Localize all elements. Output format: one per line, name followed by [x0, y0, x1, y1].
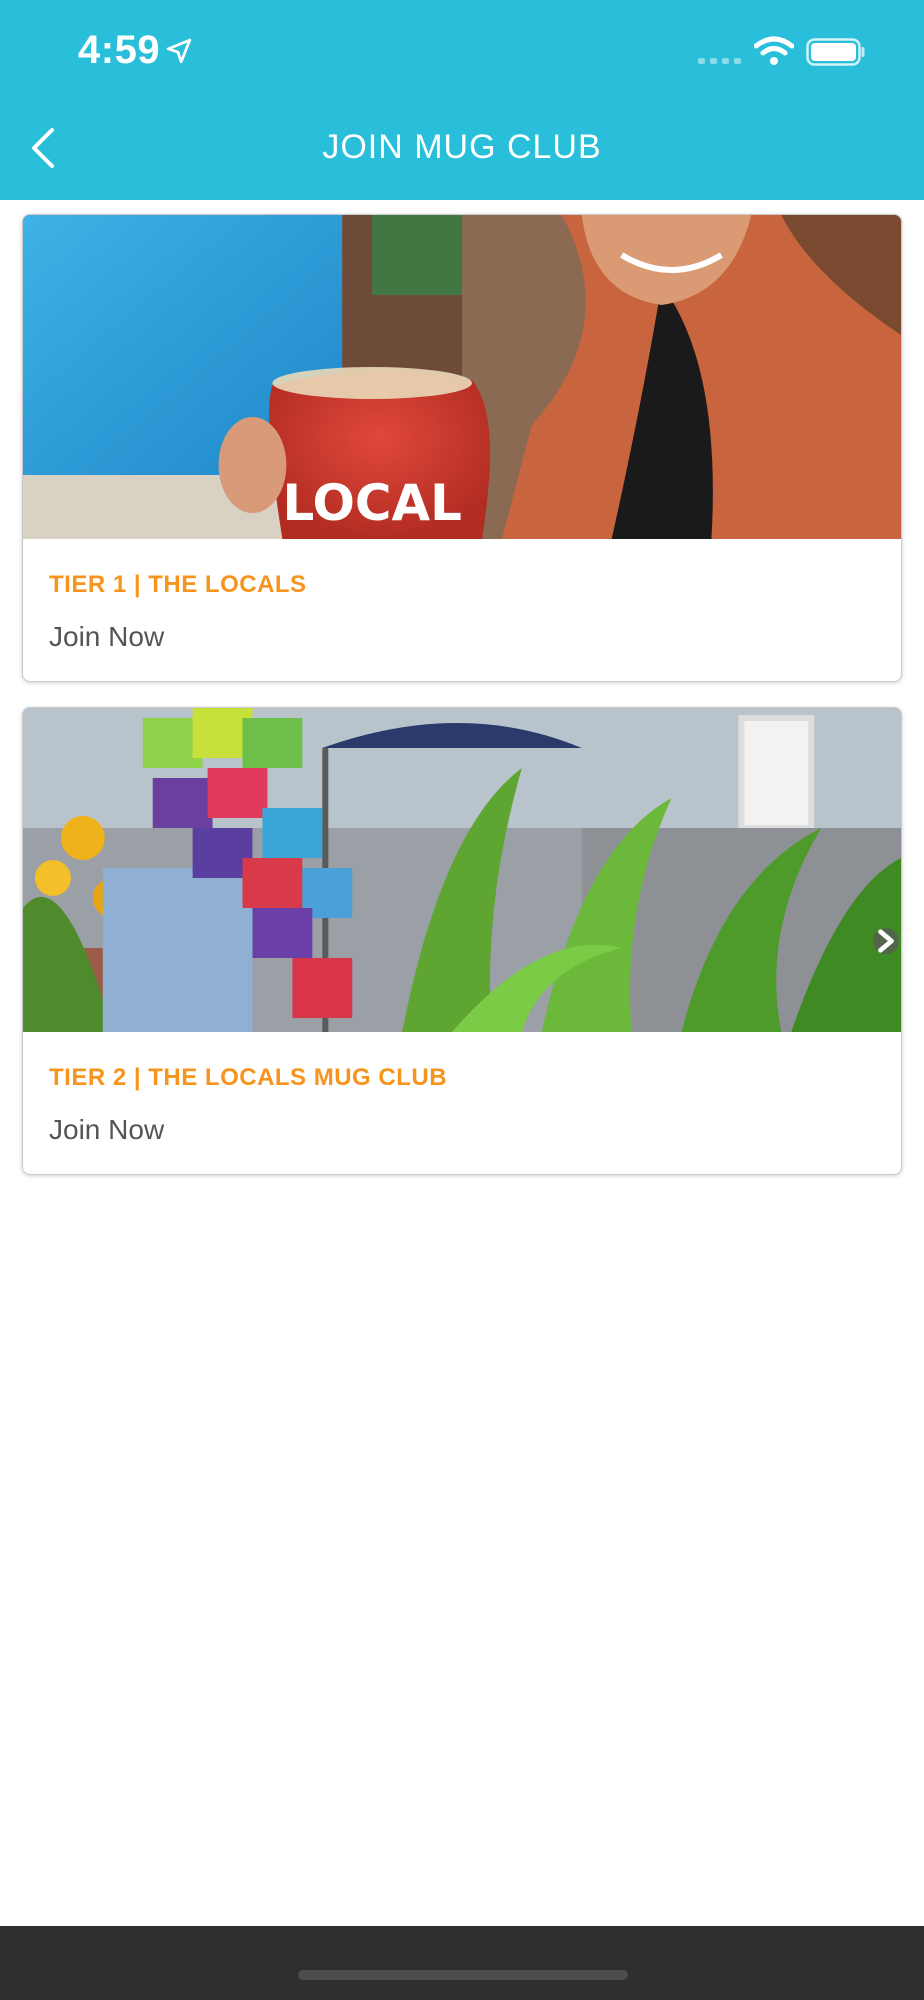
home-indicator[interactable]	[298, 1970, 628, 1980]
location-arrow-icon	[166, 38, 192, 64]
cellular-signal-icon	[698, 58, 741, 64]
tier-2-join-now[interactable]: Join Now	[49, 1114, 875, 1146]
page-title: JOIN MUG CLUB	[322, 128, 602, 166]
tier-2-title: TIER 2 | THE LOCALS MUG CLUB	[49, 1064, 448, 1091]
status-bar: 4:59	[0, 0, 924, 100]
glass-logo-text: LOCAL	[283, 474, 462, 532]
home-area	[0, 1926, 924, 2000]
tier-1-image: LOCAL	[23, 215, 901, 539]
wifi-icon	[754, 36, 794, 65]
nav-bar: JOIN MUG CLUB	[0, 100, 924, 200]
carousel-next-button[interactable]	[873, 928, 899, 954]
tier-1-title: TIER 1 | THE LOCALS	[49, 571, 307, 598]
status-time: 4:59	[78, 28, 161, 72]
chevron-right-icon	[878, 929, 894, 953]
tier-2-image	[23, 708, 901, 1032]
tier-1-join-now[interactable]: Join Now	[49, 621, 875, 653]
tier-1-card[interactable]: LOCAL TIER 1 | THE LOCALS Join Now	[22, 214, 902, 682]
battery-icon	[806, 38, 865, 66]
tier-2-card[interactable]: TIER 2 | THE LOCALS MUG CLUB Join Now	[22, 707, 902, 1175]
